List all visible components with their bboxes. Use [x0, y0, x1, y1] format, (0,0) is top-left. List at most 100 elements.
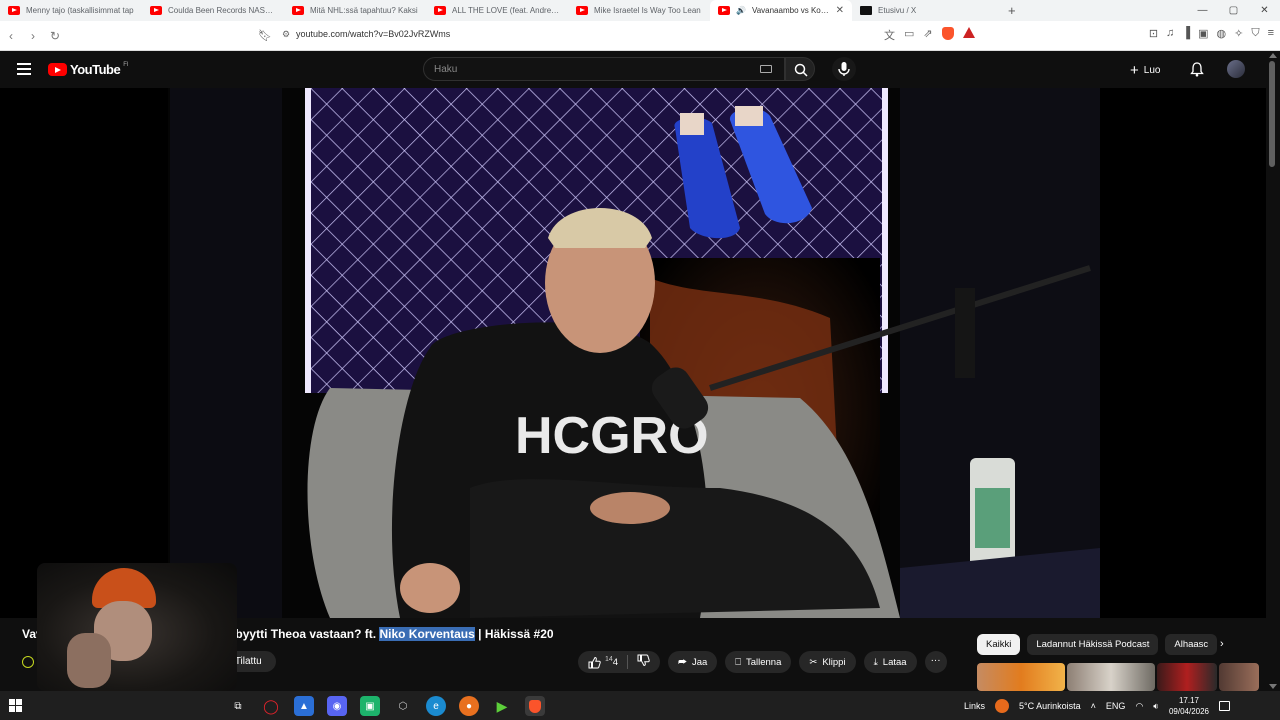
shield-icon[interactable]: ⛉ [1251, 27, 1259, 40]
browser-tab-active[interactable]: 🔊 Vavanaambo vs Korven ✕ [710, 0, 852, 21]
chips-next-icon[interactable]: › [1220, 638, 1224, 650]
browser-tab[interactable]: Coulda Been Records NASHVIL [142, 0, 284, 21]
chip-all[interactable]: Kaikki [977, 634, 1021, 655]
create-button[interactable]: + Luo [1130, 60, 1160, 80]
hamburger-menu-icon[interactable] [17, 63, 31, 75]
scroll-down-arrow[interactable] [1269, 684, 1277, 689]
url-field[interactable]: youtube.com/watch?v=Bv02JvRZWms [296, 29, 450, 39]
weather-text[interactable]: 5°C Aurinkoista [1019, 701, 1081, 711]
clock[interactable]: 17.17 09/04/2026 [1169, 695, 1209, 717]
browser-tab[interactable]: Etusivu / X [852, 0, 994, 21]
bookmark-outline-icon: ⎕ [735, 656, 741, 668]
download-button[interactable]: ⤓ Lataa [863, 651, 917, 673]
channel-avatar[interactable] [22, 655, 34, 668]
brave-shields-icon[interactable] [941, 27, 954, 40]
site-info-icon[interactable]: ⚙︎ [282, 29, 290, 40]
user-avatar[interactable] [1227, 60, 1245, 78]
thumbs-up-icon [588, 656, 601, 668]
clip-button[interactable]: ✂ Klippi [799, 651, 856, 673]
wallet-icon[interactable]: ▣ [1198, 27, 1208, 40]
youtube-play-icon [48, 63, 67, 76]
taskbar-apps: ⧉ ◯ ▲ ◉ ▣ ⬡ e ● ▶ [228, 696, 545, 716]
discord-icon[interactable]: ◉ [327, 696, 347, 716]
windows-start-icon[interactable] [9, 699, 22, 712]
share-button[interactable]: ⮫ Jaa [668, 651, 718, 673]
settings-icon[interactable]: ⬡ [393, 696, 413, 716]
music-icon[interactable]: ♫ [1166, 27, 1174, 40]
new-tab-button[interactable]: + [1008, 3, 1016, 18]
browser-tab[interactable]: Menny tajo (taskallisimmat tap [0, 0, 142, 21]
address-bar: ‹ › ↻ 🔖︎ ⚙︎ youtube.com/watch?v=Bv02JvRZ… [0, 21, 1280, 51]
tray-expand-icon[interactable]: ˄ [1091, 701, 1096, 711]
search-icon [794, 63, 808, 77]
notifications-bell-icon[interactable] [1190, 62, 1204, 82]
youtube-logo[interactable]: YouTube FI [48, 62, 129, 77]
browser-tab[interactable]: Mitä NHL:ssä tapahtuu? Kaksi [284, 0, 426, 21]
sidebar-icon[interactable]: ▐ [1182, 27, 1190, 40]
x-icon [860, 6, 872, 15]
save-button[interactable]: ⎕ Tallenna [725, 651, 792, 673]
webcam-overlay [37, 563, 237, 691]
like-button[interactable]: 144 [588, 656, 618, 669]
chip-channel[interactable]: Ladannut Häkissä Podcast [1027, 634, 1159, 655]
forward-icon[interactable]: › [22, 29, 44, 43]
back-icon[interactable]: ‹ [0, 29, 22, 43]
notifications-icon[interactable] [1219, 701, 1231, 711]
search-input[interactable] [424, 58, 744, 80]
search-button[interactable] [785, 57, 815, 81]
maximize-button[interactable]: ▢ [1218, 0, 1249, 21]
video-actions: 144 ⮫ Jaa ⎕ Tallenna ✂ Klippi ⤓ Lataa ··· [578, 651, 947, 673]
video-thumbnail[interactable] [977, 663, 1065, 691]
browser-tab[interactable]: Mike Israetel Is Way Too Lean [568, 0, 710, 21]
dislike-button[interactable] [637, 654, 650, 670]
app2-icon[interactable]: ▣ [360, 696, 380, 716]
links-toolbar[interactable]: Links [964, 701, 985, 711]
opera-icon[interactable]: ◯ [261, 696, 281, 716]
browser-tab[interactable]: ALL THE LOVE (feat. Andre Tro [426, 0, 568, 21]
language-indicator[interactable]: ENG [1106, 701, 1126, 711]
extension-icon[interactable]: ⊡ [1149, 27, 1158, 40]
search-box [423, 57, 785, 81]
plus-icon: + [1130, 61, 1139, 79]
video-player[interactable]: HCGRO H [0, 88, 1266, 618]
keyboard-icon[interactable] [760, 65, 772, 73]
menu-icon[interactable]: ≡ [1268, 27, 1274, 40]
edge-icon[interactable]: e [426, 696, 446, 716]
video-thumbnail[interactable] [1157, 663, 1217, 691]
wifi-icon[interactable]: ◠ [1135, 701, 1143, 712]
scroll-up-arrow[interactable] [1269, 53, 1277, 58]
toolbar-icons: ⊡ ♫ ▐ ▣ ◍ ✧ ⛉ ≡ [1149, 27, 1274, 40]
reload-icon[interactable]: ↻ [44, 29, 66, 43]
more-actions-button[interactable]: ··· [924, 651, 947, 673]
youtube-icon [292, 6, 304, 15]
youtube-icon [576, 6, 588, 15]
task-view-icon[interactable]: ⧉ [228, 696, 248, 716]
minimize-button[interactable]: — [1187, 0, 1218, 21]
weather-icon[interactable] [995, 699, 1010, 713]
video-thumbnail[interactable] [1067, 663, 1155, 691]
youtube-icon [718, 6, 730, 15]
firefox-icon[interactable]: ● [459, 696, 479, 716]
brave-icon[interactable] [525, 696, 545, 716]
youtube-icon [150, 6, 162, 15]
volume-icon[interactable]: 🔉︎ [1153, 701, 1159, 712]
cast-icon[interactable]: ▭ [904, 27, 914, 43]
scrollbar-thumb[interactable] [1269, 61, 1275, 167]
media-icon[interactable]: ▶ [492, 696, 512, 716]
like-dislike-group: 144 [578, 651, 661, 673]
share-icon[interactable]: ⇗ [923, 27, 932, 43]
brave-rewards-icon[interactable] [962, 27, 975, 38]
page-scrollbar[interactable] [1266, 51, 1280, 691]
vpn-icon[interactable]: ◍ [1217, 27, 1227, 40]
close-tab-icon[interactable]: ✕ [836, 5, 844, 16]
video-thumbnail[interactable] [1219, 663, 1259, 691]
chip-related[interactable]: Alhaasc [1165, 634, 1218, 655]
youtube-icon [8, 6, 20, 15]
translate-icon[interactable]: 文 [884, 27, 895, 43]
ai-icon[interactable]: ✧ [1234, 27, 1243, 40]
bookmark-icon[interactable]: 🔖︎ [258, 29, 272, 42]
voice-search-button[interactable] [832, 57, 856, 81]
app-icon[interactable]: ▲ [294, 696, 314, 716]
close-window-button[interactable]: ✕ [1249, 0, 1280, 21]
speaker-icon: 🔊 [736, 6, 746, 15]
